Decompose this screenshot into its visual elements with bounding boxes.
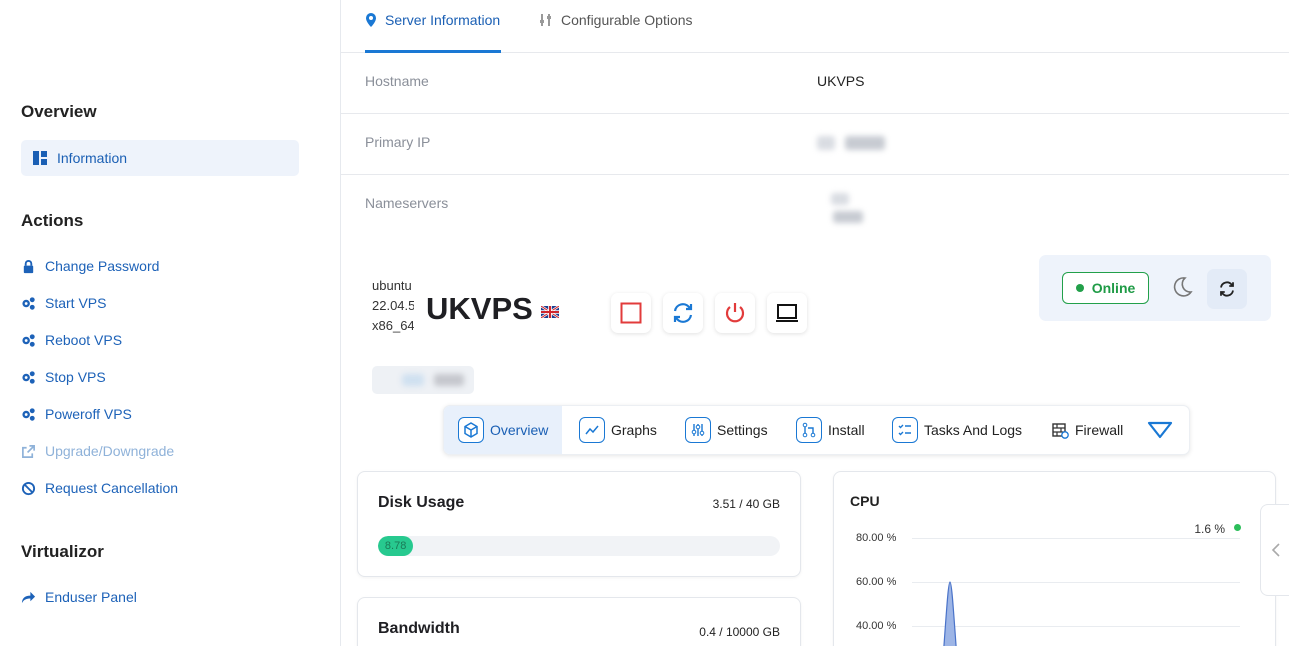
virtualizor-heading: Virtualizor: [21, 542, 104, 561]
cogs-icon: [22, 333, 35, 347]
cogs-icon: [22, 296, 35, 310]
cpu-card: CPU 1.6 % 80.00 % 60.00 % 40.00 %: [833, 471, 1276, 646]
disk-usage-fill: 8.78: [378, 536, 414, 556]
grid-line: [912, 626, 1240, 627]
ban-icon: [21, 481, 36, 495]
change-password-link[interactable]: Change Password: [21, 258, 159, 274]
status-panel: Online: [1039, 255, 1271, 321]
hostname-value: UKVPS: [817, 73, 865, 89]
reboot-vps-link[interactable]: Reboot VPS: [21, 332, 122, 348]
ip-address-redacted: [372, 366, 474, 394]
status-dot: [1075, 284, 1084, 292]
hostname-label: Hostname: [365, 73, 429, 89]
nav-install[interactable]: Install: [796, 406, 865, 454]
actions-heading: Actions: [21, 211, 84, 230]
external-link-icon: [22, 444, 35, 458]
bandwidth-card: Bandwidth 0.4 / 10000 GB: [357, 597, 801, 646]
refresh-icon: [1220, 281, 1234, 297]
cogs-icon: [22, 407, 35, 421]
cpu-title: CPU: [850, 493, 880, 509]
nameservers-label: Nameservers: [365, 195, 449, 211]
vps-nav-bar: Overview Graphs Settings Install Tasks A…: [443, 405, 1190, 455]
grid-line: [912, 538, 1240, 539]
disk-usage-value: 3.51 / 40 GB: [712, 497, 780, 511]
poweroff-vps-link[interactable]: Poweroff VPS: [21, 406, 132, 422]
tab-server-information[interactable]: Server Information: [365, 12, 500, 28]
disk-usage-title: Disk Usage: [378, 494, 465, 511]
server-info-card: Server Information Configurable Options …: [341, 0, 1289, 236]
sliders-icon: [685, 417, 711, 443]
enduser-panel-link[interactable]: Enduser Panel: [21, 589, 137, 605]
vps-title: UKVPS: [426, 291, 533, 326]
share-icon: [21, 591, 36, 603]
grid-line: [912, 582, 1240, 583]
uk-flag-icon: [541, 306, 559, 318]
sidebar: Overview Information Actions Change Pass…: [0, 0, 340, 646]
primary-ip-value-redacted: [817, 136, 885, 153]
nameservers-value-redacted: [817, 193, 863, 223]
overview-heading: Overview: [21, 102, 97, 121]
cpu-y-tick: 80.00 %: [856, 532, 897, 544]
disk-usage-progress: 8.78: [378, 536, 780, 556]
cube-icon: [458, 417, 484, 443]
bandwidth-value: 0.4 / 10000 GB: [699, 625, 780, 639]
cpu-y-tick: 60.00 %: [856, 576, 897, 588]
console-button[interactable]: [767, 293, 807, 333]
cpu-live-dot: [1234, 524, 1241, 531]
request-cancellation-link[interactable]: Request Cancellation: [21, 480, 178, 496]
cpu-current-value: 1.6 %: [1194, 522, 1225, 536]
graph-icon: [579, 417, 605, 443]
start-vps-link[interactable]: Start VPS: [21, 295, 106, 311]
info-tabs: Server Information Configurable Options: [341, 0, 1289, 53]
disk-usage-card: Disk Usage 3.51 / 40 GB 8.78: [357, 471, 801, 577]
stop-button[interactable]: [611, 293, 651, 333]
nav-tasks-and-logs[interactable]: Tasks And Logs: [892, 406, 1022, 454]
power-icon: [725, 303, 745, 323]
restart-icon: [673, 303, 693, 323]
stop-vps-link[interactable]: Stop VPS: [21, 369, 106, 385]
hostname-row: Hostname UKVPS: [341, 53, 1289, 114]
cogs-icon: [22, 370, 35, 384]
chevron-left-icon: [1271, 543, 1280, 557]
sidebar-item-label: Information: [57, 150, 128, 166]
refresh-button[interactable]: [1207, 269, 1247, 309]
cpu-y-tick: 40.00 %: [856, 620, 897, 632]
checklist-icon: [892, 417, 918, 443]
sidebar-item-information[interactable]: Information: [21, 140, 299, 176]
vps-section: ubuntu 22.04.5 x86_64 UKVPS Online Overv…: [341, 236, 1289, 646]
main-content: Server Information Configurable Options …: [340, 0, 1289, 646]
upgrade-downgrade-link[interactable]: Upgrade/Downgrade: [21, 443, 174, 459]
bandwidth-title: Bandwidth: [378, 620, 460, 637]
cpu-spike: [943, 581, 957, 646]
nav-more-dropdown[interactable]: [1147, 406, 1173, 454]
tab-configurable-options[interactable]: Configurable Options: [539, 12, 693, 28]
os-image-alt: ubuntu 22.04.5 x86_64: [372, 278, 414, 333]
git-branch-icon: [796, 417, 822, 443]
nameservers-row: Nameservers: [341, 175, 1289, 236]
nav-settings[interactable]: Settings: [685, 406, 768, 454]
restart-button[interactable]: [663, 293, 703, 333]
status-badge: Online: [1062, 272, 1149, 304]
primary-ip-row: Primary IP: [341, 114, 1289, 175]
nav-firewall[interactable]: Firewall: [1051, 406, 1123, 454]
power-button[interactable]: [715, 293, 755, 333]
side-panel-toggle[interactable]: [1260, 504, 1289, 596]
dashboard-icon: [33, 151, 47, 165]
nav-graphs[interactable]: Graphs: [579, 406, 657, 454]
sliders-icon: [540, 14, 551, 26]
firewall-icon: [1052, 423, 1069, 439]
map-pin-icon: [366, 13, 376, 27]
stop-square-icon: [620, 302, 642, 324]
primary-ip-label: Primary IP: [365, 134, 431, 150]
nav-overview[interactable]: Overview: [444, 406, 562, 454]
moon-icon[interactable]: [1170, 275, 1194, 299]
chevron-down-icon: [1147, 421, 1173, 439]
laptop-icon: [776, 304, 798, 322]
lock-icon: [23, 259, 34, 273]
